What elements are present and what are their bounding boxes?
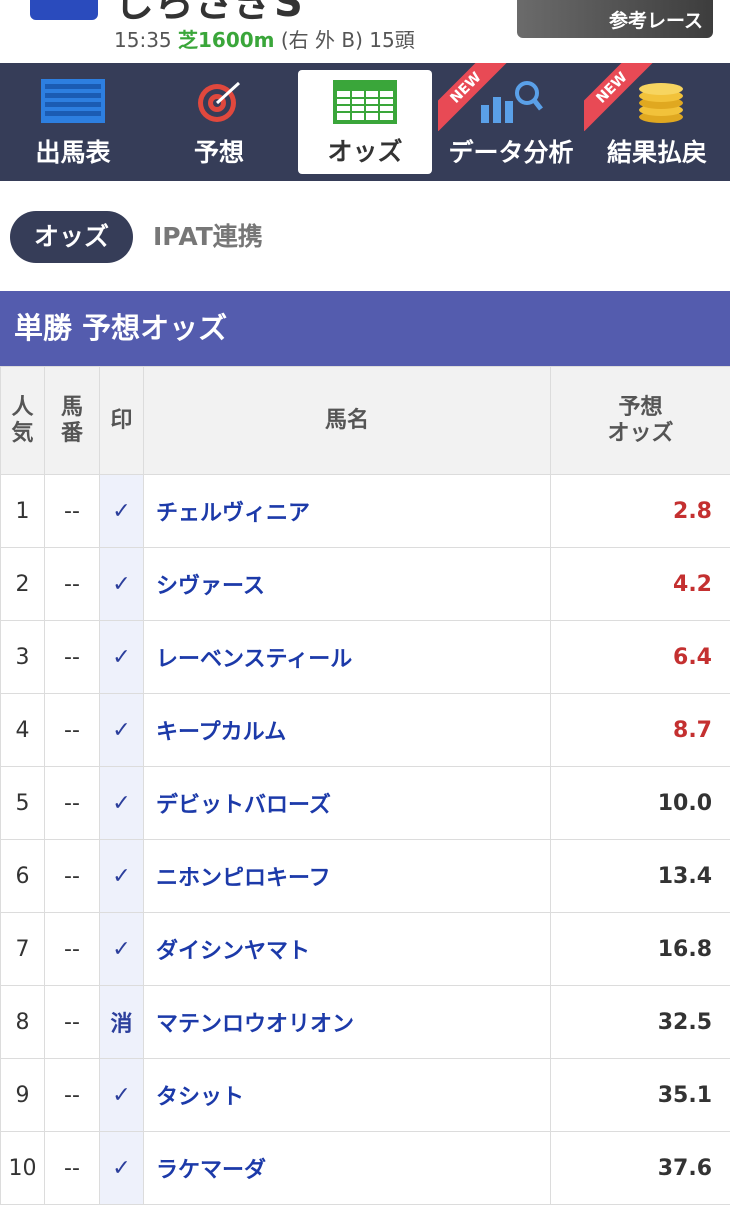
odds-table-icon xyxy=(333,80,397,124)
tab-label: 出馬表 xyxy=(0,133,146,169)
rank-cell: 8 xyxy=(1,986,45,1059)
table-row[interactable]: 4--✓キープカルム8.7 xyxy=(1,694,730,767)
table-row[interactable]: 8--消マテンロウオリオン32.5 xyxy=(1,986,730,1059)
mark-cell[interactable]: ✓ xyxy=(100,694,144,767)
horse-name-link[interactable]: チェルヴィニア xyxy=(144,475,551,548)
horse-name-link[interactable]: キープカルム xyxy=(144,694,551,767)
horse-name-link[interactable]: ニホンピロキーフ xyxy=(144,840,551,913)
rank-cell: 7 xyxy=(1,913,45,986)
race-surface: 芝1600m xyxy=(178,28,275,52)
horse-name-link[interactable]: ラケマーダ xyxy=(144,1132,551,1205)
subtab-ipat[interactable]: IPAT連携 xyxy=(153,211,263,263)
rank-cell: 10 xyxy=(1,1132,45,1205)
horse-number-cell: -- xyxy=(45,548,100,621)
tab-label: 予想 xyxy=(146,133,292,169)
mark-cell[interactable]: ✓ xyxy=(100,767,144,840)
table-row[interactable]: 6--✓ニホンピロキーフ13.4 xyxy=(1,840,730,913)
table-row[interactable]: 5--✓デビットバローズ10.0 xyxy=(1,767,730,840)
odds-cell: 2.8 xyxy=(551,475,730,548)
table-row[interactable]: 7--✓ダイシンヤマト16.8 xyxy=(1,913,730,986)
mark-cell[interactable]: ✓ xyxy=(100,475,144,548)
race-nav-tabs: 出馬表 予想 オッズ xyxy=(0,63,730,181)
horse-number-cell: -- xyxy=(45,475,100,548)
mark-cell[interactable]: ✓ xyxy=(100,548,144,621)
tab-label: オッズ xyxy=(298,132,432,168)
table-row[interactable]: 2--✓シヴァース4.2 xyxy=(1,548,730,621)
mark-cell[interactable]: 消 xyxy=(100,986,144,1059)
rank-cell: 2 xyxy=(1,548,45,621)
horse-number-cell: -- xyxy=(45,694,100,767)
table-row[interactable]: 10--✓ラケマーダ37.6 xyxy=(1,1132,730,1205)
odds-cell: 10.0 xyxy=(551,767,730,840)
header-rank: 人気 xyxy=(1,367,45,475)
odds-cell: 6.4 xyxy=(551,621,730,694)
odds-cell: 37.6 xyxy=(551,1132,730,1205)
reference-race-button[interactable]: 参考レース xyxy=(517,0,713,38)
tab-prediction[interactable]: 予想 xyxy=(146,63,292,181)
table-row[interactable]: 1--✓チェルヴィニア2.8 xyxy=(1,475,730,548)
race-number-badge xyxy=(30,0,98,20)
odds-cell: 13.4 xyxy=(551,840,730,913)
rank-cell: 6 xyxy=(1,840,45,913)
header-rank-label: 人気 xyxy=(11,395,33,445)
coins-icon xyxy=(625,79,689,123)
odds-cell: 32.5 xyxy=(551,986,730,1059)
horse-number-cell: -- xyxy=(45,986,100,1059)
tab-label: データ分析 xyxy=(438,133,584,169)
header-number: 馬番 xyxy=(45,367,100,475)
odds-cell: 16.8 xyxy=(551,913,730,986)
table-row[interactable]: 9--✓タシット35.1 xyxy=(1,1059,730,1132)
header-odds-label: 予想オッズ xyxy=(607,395,673,445)
chart-search-icon xyxy=(479,79,543,123)
section-title: 単勝 予想オッズ xyxy=(0,291,730,366)
mark-cell[interactable]: ✓ xyxy=(100,840,144,913)
horse-number-cell: -- xyxy=(45,913,100,986)
rank-cell: 5 xyxy=(1,767,45,840)
horse-name-link[interactable]: マテンロウオリオン xyxy=(144,986,551,1059)
tab-odds[interactable]: オッズ xyxy=(298,70,432,174)
header-mark: 印 xyxy=(100,367,144,475)
race-runners: 15頭 xyxy=(369,28,414,52)
horse-number-cell: -- xyxy=(45,767,100,840)
rank-cell: 1 xyxy=(1,475,45,548)
header-number-label: 馬番 xyxy=(61,395,83,445)
tab-data-analysis[interactable]: NEW データ分析 xyxy=(438,63,584,181)
odds-cell: 8.7 xyxy=(551,694,730,767)
tab-label: 結果払戻 xyxy=(584,133,730,169)
odds-cell: 4.2 xyxy=(551,548,730,621)
mark-cell[interactable]: ✓ xyxy=(100,621,144,694)
mark-cell[interactable]: ✓ xyxy=(100,1059,144,1132)
race-card-icon xyxy=(41,79,105,123)
race-time: 15:35 xyxy=(114,28,172,52)
tab-results[interactable]: NEW 結果払戻 xyxy=(584,63,730,181)
horse-name-link[interactable]: シヴァース xyxy=(144,548,551,621)
horse-number-cell: -- xyxy=(45,840,100,913)
header-name: 馬名 xyxy=(144,367,551,475)
horse-number-cell: -- xyxy=(45,1132,100,1205)
rank-cell: 3 xyxy=(1,621,45,694)
horse-name-link[interactable]: レーベンスティール xyxy=(144,621,551,694)
horse-number-cell: -- xyxy=(45,621,100,694)
horse-name-link[interactable]: デビットバローズ xyxy=(144,767,551,840)
horse-name-link[interactable]: タシット xyxy=(144,1059,551,1132)
rank-cell: 9 xyxy=(1,1059,45,1132)
table-header-row: 人気 馬番 印 馬名 予想オッズ xyxy=(1,367,730,475)
odds-cell: 35.1 xyxy=(551,1059,730,1132)
rank-cell: 4 xyxy=(1,694,45,767)
race-course: (右 外 B) xyxy=(281,28,363,52)
mark-cell[interactable]: ✓ xyxy=(100,913,144,986)
horse-name-link[interactable]: ダイシンヤマト xyxy=(144,913,551,986)
table-row[interactable]: 3--✓レーベンスティール6.4 xyxy=(1,621,730,694)
odds-table: 人気 馬番 印 馬名 予想オッズ 1--✓チェルヴィニア2.82--✓シヴァース… xyxy=(0,366,730,1205)
header-odds: 予想オッズ xyxy=(551,367,730,475)
target-icon xyxy=(187,79,251,123)
tab-race-card[interactable]: 出馬表 xyxy=(0,63,146,181)
race-info: 15:35 芝1600m (右 外 B) 15頭 xyxy=(114,24,415,53)
reference-race-label: 参考レース xyxy=(609,6,703,33)
race-header: しらさぎS 15:35 芝1600m (右 外 B) 15頭 参考レース xyxy=(0,0,730,63)
subtab-odds[interactable]: オッズ xyxy=(10,211,133,263)
horse-number-cell: -- xyxy=(45,1059,100,1132)
mark-cell[interactable]: ✓ xyxy=(100,1132,144,1205)
